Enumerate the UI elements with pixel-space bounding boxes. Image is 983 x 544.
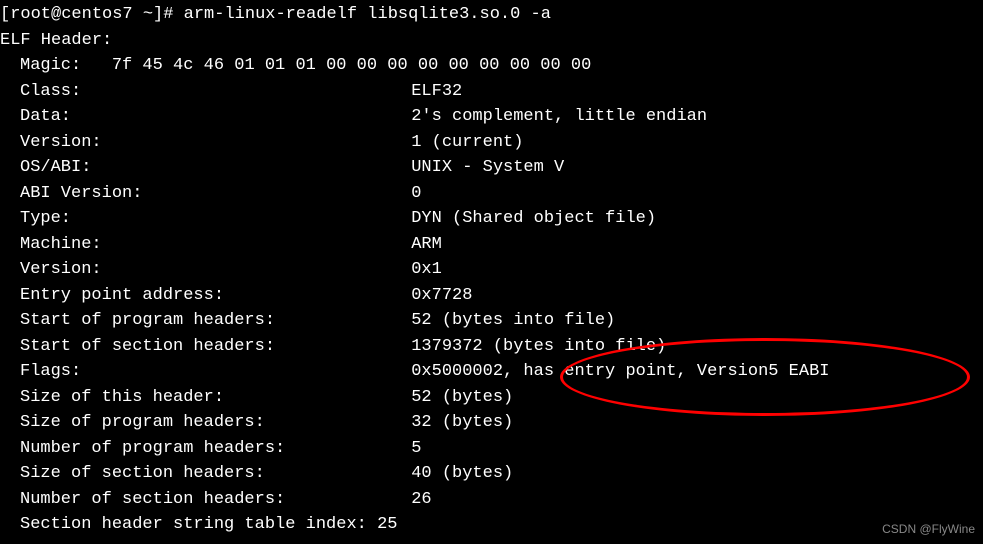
value-flags: 0x5000002, has entry point, Version5 EAB… xyxy=(411,362,829,381)
value-type: DYN (Shared object file) xyxy=(411,209,656,228)
row-start-prog-headers: Start of program headers: 52 (bytes into… xyxy=(0,308,983,334)
label-shstrtab-index: Section header string table index: xyxy=(20,515,367,534)
prompt-command: arm-linux-readelf libsqlite3.so.0 -a xyxy=(184,5,551,24)
value-start-prog-headers: 52 (bytes into file) xyxy=(411,311,615,330)
row-version: Version: 1 (current) xyxy=(0,130,983,156)
row-num-prog-headers: Number of program headers: 5 xyxy=(0,436,983,462)
row-flags: Flags: 0x5000002, has entry point, Versi… xyxy=(0,359,983,385)
row-machine: Machine: ARM xyxy=(0,232,983,258)
value-os-abi: UNIX - System V xyxy=(411,158,564,177)
row-abi-version: ABI Version: 0 xyxy=(0,181,983,207)
value-num-prog-headers: 5 xyxy=(411,439,421,458)
watermark-text: CSDN @FlyWine xyxy=(882,520,975,538)
prompt-path: ~ xyxy=(143,5,153,24)
row-os-abi: OS/ABI: UNIX - System V xyxy=(0,155,983,181)
row-type: Type: DYN (Shared object file) xyxy=(0,206,983,232)
value-start-sect-headers: 1379372 (bytes into file) xyxy=(411,337,666,356)
value-version-hex: 0x1 xyxy=(411,260,442,279)
label-os-abi: OS/ABI: xyxy=(20,158,91,177)
value-size-this-header: 52 (bytes) xyxy=(411,388,513,407)
prompt-user: root xyxy=(10,5,51,24)
value-data: 2's complement, little endian xyxy=(411,107,707,126)
row-version-hex: Version: 0x1 xyxy=(0,257,983,283)
row-class: Class: ELF32 xyxy=(0,79,983,105)
row-size-this-header: Size of this header: 52 (bytes) xyxy=(0,385,983,411)
label-data: Data: xyxy=(20,107,71,126)
row-num-sect-headers: Number of section headers: 26 xyxy=(0,487,983,513)
row-start-sect-headers: Start of section headers: 1379372 (bytes… xyxy=(0,334,983,360)
prompt-host: centos7 xyxy=(61,5,132,24)
label-size-sect-headers: Size of section headers: xyxy=(20,464,265,483)
label-type: Type: xyxy=(20,209,71,228)
label-version-hex: Version: xyxy=(20,260,102,279)
value-size-sect-headers: 40 (bytes) xyxy=(411,464,513,483)
terminal-prompt-line: [root@centos7 ~]# arm-linux-readelf libs… xyxy=(0,2,983,28)
value-magic: 7f 45 4c 46 01 01 01 00 00 00 00 00 00 0… xyxy=(112,56,591,75)
row-size-sect-headers: Size of section headers: 40 (bytes) xyxy=(0,461,983,487)
label-entry-point: Entry point address: xyxy=(20,286,224,305)
row-data: Data: 2's complement, little endian xyxy=(0,104,983,130)
value-abi-version: 0 xyxy=(411,184,421,203)
label-num-prog-headers: Number of program headers: xyxy=(20,439,285,458)
label-num-sect-headers: Number of section headers: xyxy=(20,490,285,509)
value-entry-point: 0x7728 xyxy=(411,286,472,305)
label-start-prog-headers: Start of program headers: xyxy=(20,311,275,330)
label-version: Version: xyxy=(20,133,102,152)
elf-header-title: ELF Header: xyxy=(0,28,983,54)
label-machine: Machine: xyxy=(20,235,102,254)
label-size-prog-headers: Size of program headers: xyxy=(20,413,265,432)
prompt-symbol: # xyxy=(163,5,173,24)
row-magic: Magic: 7f 45 4c 46 01 01 01 00 00 00 00 … xyxy=(0,53,983,79)
value-machine: ARM xyxy=(411,235,442,254)
value-num-sect-headers: 26 xyxy=(411,490,431,509)
value-class: ELF32 xyxy=(411,82,462,101)
label-abi-version: ABI Version: xyxy=(20,184,142,203)
row-size-prog-headers: Size of program headers: 32 (bytes) xyxy=(0,410,983,436)
value-shstrtab-index: 25 xyxy=(377,515,397,534)
row-entry-point: Entry point address: 0x7728 xyxy=(0,283,983,309)
label-class: Class: xyxy=(20,82,81,101)
value-size-prog-headers: 32 (bytes) xyxy=(411,413,513,432)
row-shstrtab-index: Section header string table index: 25 xyxy=(0,512,983,538)
label-magic: Magic: xyxy=(20,56,81,75)
label-flags: Flags: xyxy=(20,362,81,381)
value-version: 1 (current) xyxy=(411,133,523,152)
label-size-this-header: Size of this header: xyxy=(20,388,224,407)
label-start-sect-headers: Start of section headers: xyxy=(20,337,275,356)
